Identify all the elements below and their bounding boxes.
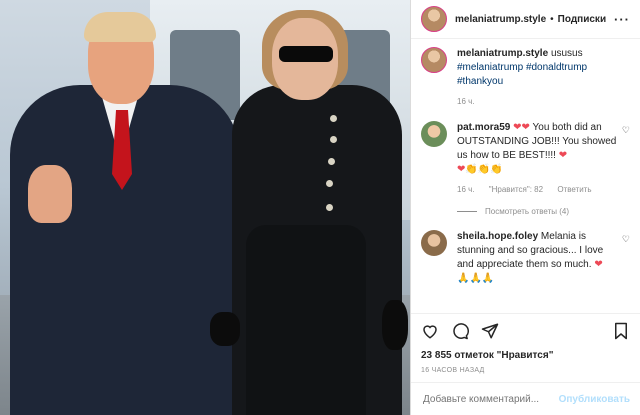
praying-hands-emoji: 🙏🙏🙏 (457, 273, 495, 284)
caption-username[interactable]: melaniatrump.style (457, 48, 548, 59)
photo-jacket-button (330, 115, 337, 122)
comment-bubble-icon[interactable] (451, 322, 469, 340)
caption-meta: 16 ч. (457, 95, 630, 109)
post-side-panel: melaniatrump.style • Подписки ··· melani… (410, 0, 640, 415)
post-timestamp: 16 ЧАСОВ НАЗАД (421, 367, 485, 374)
hashtag[interactable]: #melaniatrump (457, 62, 523, 73)
share-paper-plane-icon[interactable] (481, 322, 499, 340)
photo-woman-glove (382, 300, 408, 350)
red-heart-emoji: ❤ (594, 259, 603, 270)
comment-input[interactable] (421, 392, 559, 406)
separator-dot: • (550, 13, 554, 25)
add-comment-bar: Опубликовать (411, 382, 640, 415)
caption: melaniatrump.style ususus #melaniatrump … (421, 47, 630, 109)
comment-username[interactable]: sheila.hope.foley (457, 231, 538, 242)
comments-list: melaniatrump.style ususus #melaniatrump … (411, 39, 640, 286)
view-replies-button[interactable]: Посмотреть ответы (4) (457, 207, 630, 216)
action-icons (421, 320, 630, 342)
heart-icon[interactable]: ♡ (622, 234, 630, 286)
caption-text: ususus (550, 48, 583, 59)
photo-jacket-button (328, 158, 335, 165)
red-heart-emoji: ❤ (558, 150, 568, 161)
comment-body: pat.mora59 ❤❤ You both did an OUTSTANDIN… (457, 121, 618, 197)
photo-jacket-button (326, 180, 333, 187)
comment-time: 16 ч. (457, 185, 475, 194)
post-actions: 23 855 отметок "Нравится" 16 ЧАСОВ НАЗАД (411, 313, 640, 374)
likes-count[interactable]: 23 855 отметок "Нравится" (421, 350, 630, 361)
like-heart-icon[interactable] (421, 322, 439, 340)
photo-woman-skirt (246, 225, 366, 415)
instagram-post: melaniatrump.style • Подписки ··· melani… (0, 0, 640, 415)
comment-meta: 16 ч. "Нравится": 82 Ответить (457, 183, 618, 197)
photo-jacket-button (326, 204, 333, 211)
photo-woman-sunglasses (279, 46, 333, 62)
comment-item: pat.mora59 ❤❤ You both did an OUTSTANDIN… (421, 121, 630, 197)
clapping-hands-emoji: 👏👏👏 (465, 164, 503, 175)
hashtag[interactable]: #donaldtrump (526, 62, 587, 73)
caption-author-avatar[interactable] (421, 47, 447, 73)
follow-button[interactable]: Подписки (558, 14, 606, 25)
ellipsis-icon[interactable]: ··· (614, 12, 630, 27)
comment-likes[interactable]: "Нравится": 82 (489, 185, 543, 194)
author-username[interactable]: melaniatrump.style (455, 14, 546, 25)
replies-divider-line (457, 211, 477, 212)
post-photo[interactable] (0, 0, 410, 415)
author-avatar[interactable] (421, 6, 447, 32)
commenter-avatar[interactable] (421, 121, 447, 147)
photo-man-waving-hand (28, 165, 72, 223)
photo-jacket-button (330, 136, 337, 143)
comment-username[interactable]: pat.mora59 (457, 122, 510, 133)
heart-icon[interactable]: ♡ (622, 125, 630, 197)
photo-held-hands (210, 312, 240, 346)
view-replies-label: Посмотреть ответы (4) (485, 207, 570, 216)
publish-button[interactable]: Опубликовать (559, 394, 630, 405)
reply-button[interactable]: Ответить (557, 185, 591, 194)
comment-body: sheila.hope.foley Melania is stunning an… (457, 230, 618, 286)
commenter-avatar[interactable] (421, 230, 447, 256)
comment-item: sheila.hope.foley Melania is stunning an… (421, 230, 630, 286)
red-heart-emoji: ❤❤ (513, 122, 530, 133)
post-header: melaniatrump.style • Подписки ··· (411, 0, 640, 39)
bookmark-icon[interactable] (612, 322, 630, 340)
hashtag[interactable]: #thankyou (457, 76, 503, 87)
caption-body: melaniatrump.style ususus #melaniatrump … (457, 47, 630, 109)
photo-man-hair (84, 12, 156, 42)
caption-time: 16 ч. (457, 97, 475, 106)
